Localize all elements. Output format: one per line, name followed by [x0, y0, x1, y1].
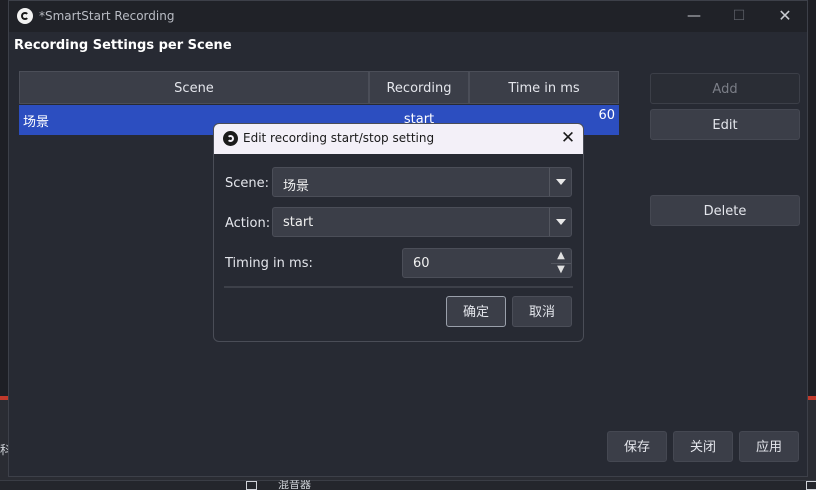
dialog-title: Edit recording start/stop setting	[243, 131, 435, 145]
scene-label: Scene:	[225, 176, 270, 191]
dialog-titlebar[interactable]: Edit recording start/stop setting ✕	[214, 124, 583, 154]
ok-button[interactable]: 确定	[446, 296, 506, 327]
table-header: Scene Recording Time in ms	[19, 71, 619, 104]
chevron-down-icon[interactable]: ▼	[551, 263, 571, 277]
window-titlebar[interactable]: *SmartStart Recording — ☐ ✕	[9, 1, 807, 32]
combo-divider	[549, 168, 550, 196]
close-button[interactable]: 关闭	[673, 431, 733, 462]
column-header-recording[interactable]: Recording	[369, 71, 469, 104]
scene-select[interactable]: 场景	[272, 167, 572, 197]
timing-spinbox[interactable]: 60 ▲ ▼	[402, 248, 572, 278]
timing-label: Timing in ms:	[225, 256, 313, 271]
chevron-down-icon[interactable]	[556, 179, 566, 185]
dialog-divider	[224, 286, 573, 288]
page-title: Recording Settings per Scene	[14, 38, 232, 53]
close-window-button[interactable]: ✕	[765, 5, 805, 27]
edit-button[interactable]: Edit	[650, 109, 800, 140]
obs-app-icon	[17, 8, 33, 24]
action-label: Action:	[225, 216, 271, 231]
delete-button[interactable]: Delete	[650, 195, 800, 226]
timing-value: 60	[413, 256, 430, 271]
combo-divider	[549, 208, 550, 236]
action-select-value: start	[283, 215, 314, 230]
add-button[interactable]: Add	[650, 73, 800, 104]
column-header-scene[interactable]: Scene	[19, 71, 369, 104]
dialog-close-icon[interactable]: ✕	[557, 127, 579, 149]
obs-app-icon	[223, 131, 238, 146]
chevron-up-icon[interactable]: ▲	[551, 249, 571, 263]
column-header-time[interactable]: Time in ms	[469, 71, 619, 104]
window-title: *SmartStart Recording	[39, 9, 175, 23]
cell-scene: 场景	[23, 115, 50, 130]
save-button[interactable]: 保存	[607, 431, 667, 462]
apply-button[interactable]: 应用	[739, 431, 799, 462]
scene-select-value: 场景	[283, 179, 310, 194]
background-mixer-label: 混音器	[278, 480, 311, 489]
chevron-down-icon[interactable]	[556, 219, 566, 225]
cancel-button[interactable]: 取消	[512, 296, 572, 327]
minimize-button[interactable]: —	[674, 5, 714, 27]
maximize-button[interactable]: ☐	[719, 5, 759, 27]
edit-setting-dialog: Edit recording start/stop setting ✕ Scen…	[213, 123, 584, 342]
action-select[interactable]: start	[272, 207, 572, 237]
